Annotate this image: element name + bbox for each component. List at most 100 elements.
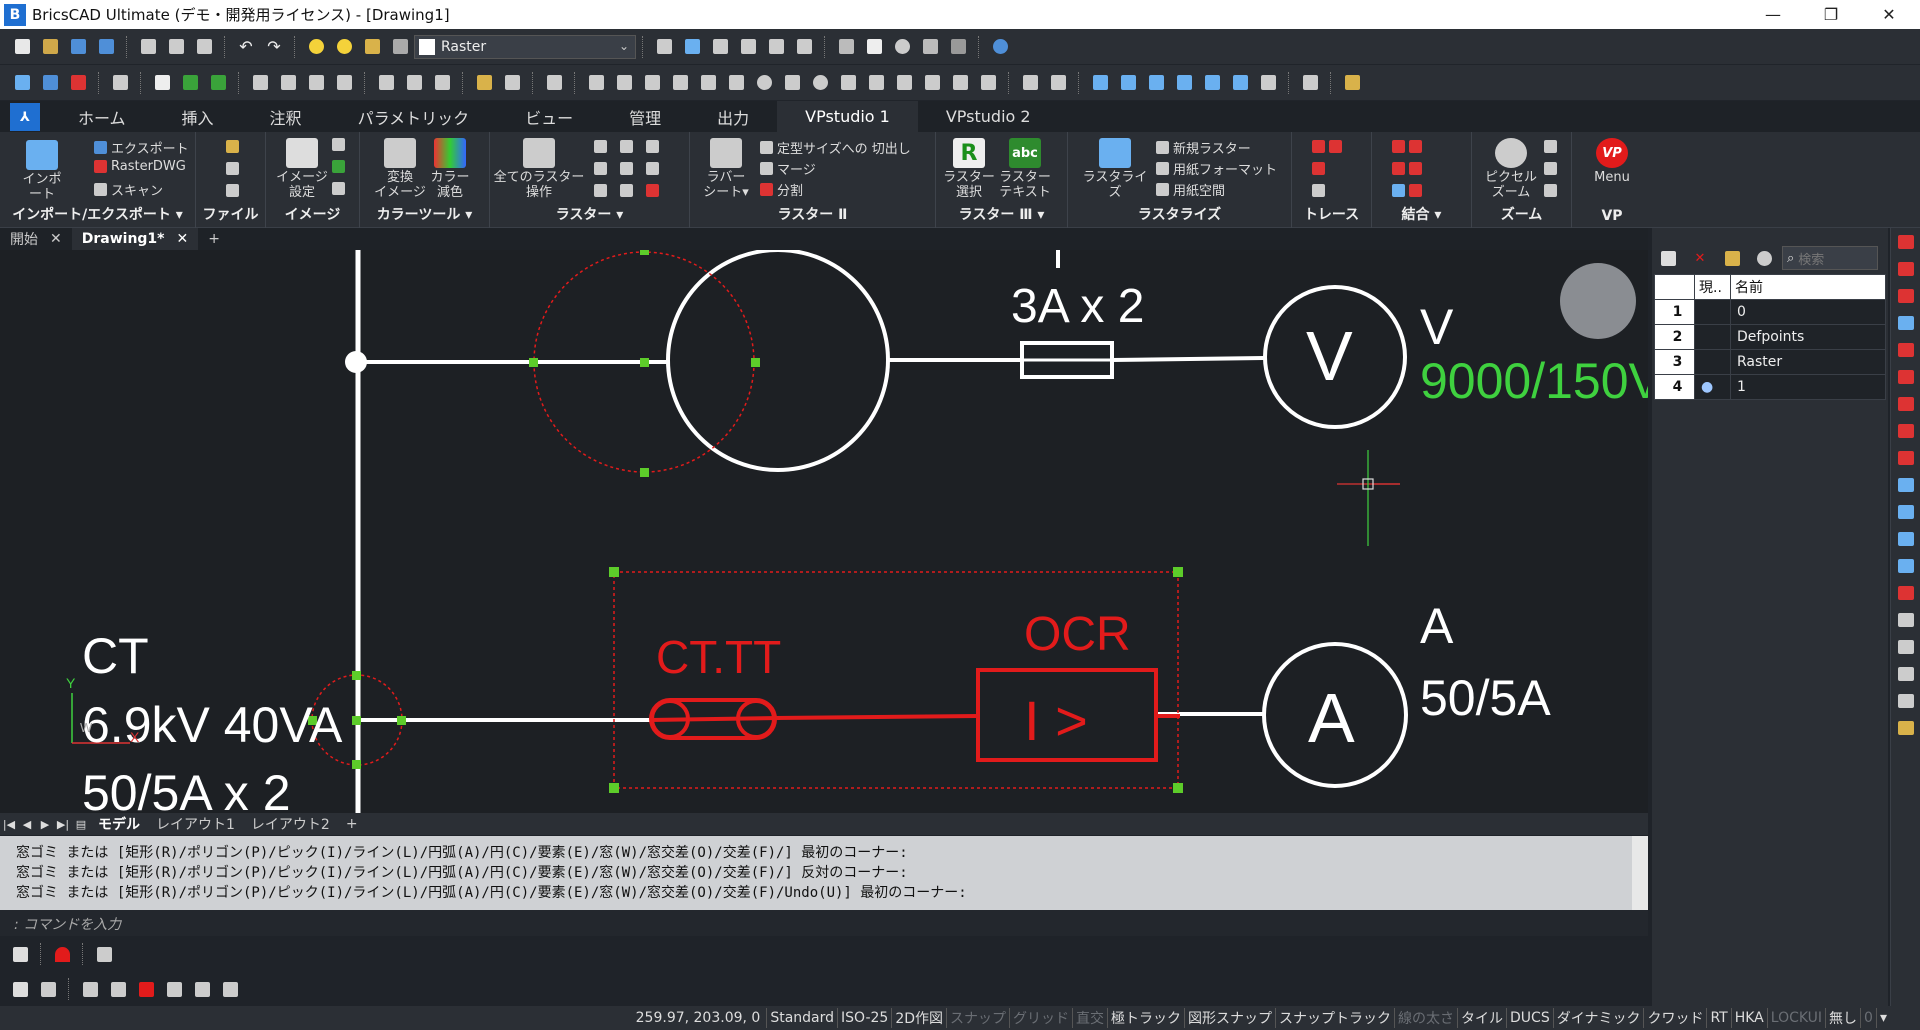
close-icon[interactable]: ✕: [50, 231, 62, 247]
raster-tool-d[interactable]: [594, 162, 611, 175]
next-layout-icon[interactable]: ▶: [36, 818, 54, 831]
raster-tool-i[interactable]: [646, 184, 663, 197]
delete-icon[interactable]: [892, 72, 916, 94]
rasterize-button[interactable]: ラスタライズ: [1082, 138, 1148, 200]
set-current-layer-icon[interactable]: [1720, 247, 1744, 269]
properties-icon[interactable]: [834, 36, 858, 58]
group-label-join[interactable]: 結合 ▾: [1372, 204, 1471, 224]
export-button[interactable]: エクスポート: [94, 138, 189, 157]
select-fence-icon[interactable]: [696, 72, 720, 94]
tab-model[interactable]: モデル: [90, 814, 148, 834]
dim-tool-17-icon[interactable]: [1897, 667, 1914, 681]
row-current[interactable]: ●: [1694, 374, 1731, 400]
raster-tool-e[interactable]: [620, 162, 637, 175]
status-rt[interactable]: RT: [1706, 1008, 1730, 1028]
tab-vpstudio-1[interactable]: VPstudio 1: [777, 101, 918, 132]
scan-button[interactable]: スキャン: [94, 180, 163, 199]
raster-tool-b[interactable]: [620, 140, 637, 153]
pixel-zoom-button[interactable]: ピクセル ズーム: [1485, 138, 1537, 200]
tool-icon[interactable]: [1046, 72, 1070, 94]
select-add-icon[interactable]: [78, 978, 102, 1000]
select-pen-icon[interactable]: [134, 978, 158, 1000]
layout-list-icon[interactable]: ▤: [72, 818, 90, 831]
table-row[interactable]: 3 Raster: [1654, 349, 1886, 375]
status-dynamic[interactable]: ダイナミック: [1552, 1008, 1644, 1028]
filter-icon[interactable]: [920, 72, 944, 94]
zoom-tool-3[interactable]: [1544, 184, 1561, 197]
all-raster-ops-button[interactable]: 全てのラスター 操作: [494, 138, 584, 200]
hatch-icon[interactable]: [1298, 72, 1322, 94]
dim-tool-10-icon[interactable]: [1897, 478, 1914, 492]
header-name[interactable]: 名前: [1730, 274, 1886, 300]
file-scan-button[interactable]: [226, 184, 243, 197]
plot-icon[interactable]: [164, 36, 188, 58]
dim-tool-7-icon[interactable]: [1897, 397, 1914, 411]
raster-combine-icon[interactable]: [206, 72, 230, 94]
dim-tool-14-icon[interactable]: [1897, 586, 1914, 600]
new-icon[interactable]: [10, 36, 34, 58]
minimize-button[interactable]: —: [1744, 0, 1802, 29]
dim-tool-19-icon[interactable]: [1897, 721, 1914, 735]
raster-select-button[interactable]: R ラスター 選択: [943, 138, 995, 200]
tab-vpstudio-2[interactable]: VPstudio 2: [918, 101, 1059, 132]
status-quad[interactable]: クワッド: [1643, 1008, 1706, 1028]
merge-button[interactable]: マージ: [760, 159, 816, 178]
drawing-svg[interactable]: 3A x 2 V 9000/150V V A 50/5A A CT 6.9kV …: [0, 250, 1648, 813]
move-icon[interactable]: [836, 72, 860, 94]
grip[interactable]: [1173, 567, 1183, 577]
grip[interactable]: [751, 358, 760, 367]
folder-icon[interactable]: [1340, 72, 1364, 94]
tab-view[interactable]: ビュー: [497, 101, 601, 132]
zoom-tool-1[interactable]: [1544, 140, 1561, 153]
circle-select-icon[interactable]: [808, 72, 832, 94]
grip[interactable]: [352, 760, 361, 769]
select-remove-icon[interactable]: [106, 978, 130, 1000]
save-icon[interactable]: [66, 36, 90, 58]
dim-tool-16-icon[interactable]: [1897, 640, 1914, 654]
dim-tool-1-icon[interactable]: [1897, 235, 1914, 249]
drawing-explorer-icon[interactable]: [918, 36, 942, 58]
print-icon[interactable]: [192, 36, 216, 58]
trace-tool-2[interactable]: [1312, 162, 1329, 175]
prev-layout-icon[interactable]: ◀: [18, 818, 36, 831]
vp-menu-button[interactable]: VP Menu: [1590, 138, 1634, 185]
convert-image-button[interactable]: 変換 イメージ: [374, 138, 426, 200]
dim-tool-13-icon[interactable]: [1897, 559, 1914, 573]
file-save-button[interactable]: [226, 162, 243, 175]
table-row[interactable]: 4 ● 1: [1654, 374, 1886, 400]
bricscad-app-icon[interactable]: B: [4, 3, 26, 26]
grip-icon[interactable]: [708, 36, 732, 58]
new-raster-button[interactable]: 新規ラスター: [1156, 138, 1251, 157]
image-tool-1[interactable]: [332, 138, 349, 151]
deskew-icon[interactable]: [276, 72, 300, 94]
zoom-tool-2[interactable]: [1544, 162, 1561, 175]
group-icon[interactable]: [792, 36, 816, 58]
select-filter-icon[interactable]: [218, 978, 242, 1000]
grip[interactable]: [1173, 783, 1183, 793]
raster-tool-g[interactable]: [594, 184, 611, 197]
crop-icon[interactable]: [374, 72, 398, 94]
group-label-color-tools[interactable]: カラーツール ▾: [360, 204, 489, 224]
trace-poly-icon[interactable]: [1172, 72, 1196, 94]
select-poly-icon[interactable]: [612, 72, 636, 94]
image-tool-2[interactable]: [332, 160, 349, 173]
dim-tool-5-icon[interactable]: [1897, 343, 1914, 357]
color-reduce-button[interactable]: カラー 減色: [428, 138, 472, 200]
status-text-style[interactable]: Standard: [766, 1008, 837, 1028]
dim-tool-2-icon[interactable]: [1897, 262, 1914, 276]
layer-combo[interactable]: Raster ⌄: [414, 34, 636, 59]
vectorize-icon[interactable]: [1088, 72, 1112, 94]
border-icon[interactable]: [402, 72, 426, 94]
open-icon[interactable]: [38, 36, 62, 58]
tab-annotate[interactable]: 注釈: [242, 101, 330, 132]
dim-tool-9-icon[interactable]: [1897, 451, 1914, 465]
close-raster-icon[interactable]: [66, 72, 90, 94]
navigation-wheel[interactable]: [1560, 263, 1636, 339]
new-doc-tab-button[interactable]: +: [198, 228, 230, 250]
tab-parametric[interactable]: パラメトリック: [330, 101, 498, 132]
split-button[interactable]: 分割: [760, 180, 803, 199]
align-icon[interactable]: [736, 36, 760, 58]
doc-tab-start[interactable]: 開始 ✕: [0, 228, 72, 250]
add-layout-button[interactable]: +: [338, 816, 366, 832]
row-name[interactable]: Raster: [1730, 349, 1886, 375]
